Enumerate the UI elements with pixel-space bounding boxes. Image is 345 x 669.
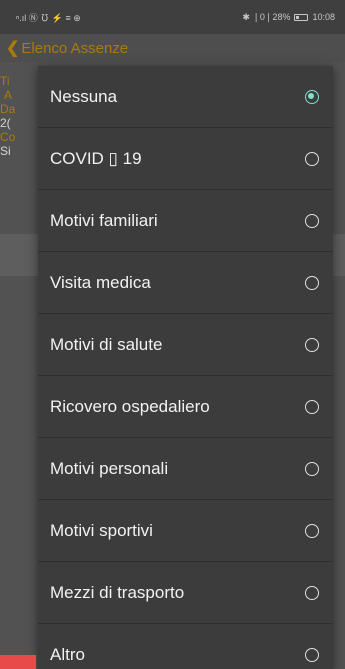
radio-unchecked-icon[interactable]	[305, 275, 319, 290]
radio-unchecked-icon[interactable]	[305, 647, 319, 662]
option-motivi-familiari[interactable]: Motivi familiari	[38, 190, 333, 252]
option-label: Motivi di salute	[50, 334, 163, 354]
status-left-icons: ⁿ.ıl Ⓝ ℧ ⚡ ≡ ⊕	[16, 11, 81, 24]
option-nessuna[interactable]: Nessuna	[38, 66, 333, 128]
option-motivi-sportivi[interactable]: Motivi sportivi	[38, 500, 333, 562]
radio-unchecked-icon[interactable]	[305, 213, 319, 228]
radio-unchecked-icon[interactable]	[305, 523, 319, 538]
red-edge-marker	[0, 655, 36, 669]
status-right: ✱ ❘0❘28% 10:08	[242, 12, 335, 23]
option-label: Mezzi di trasporto	[50, 582, 185, 602]
option-label: Visita medica	[50, 272, 151, 292]
option-label: Motivi personali	[50, 458, 169, 478]
signal-icons: ⁿ.ıl Ⓝ ℧ ⚡ ≡ ⊕	[16, 12, 81, 23]
option-label: Ricovero ospedaliero	[50, 396, 210, 416]
option-label: Altro	[50, 644, 85, 664]
option-label: Nessuna	[50, 86, 118, 106]
reason-select-dialog: Nessuna COVID ▯ 19 Motivi familiari Visi…	[38, 66, 333, 669]
option-motivi-personali[interactable]: Motivi personali	[38, 438, 333, 500]
status-bar: ⁿ.ıl Ⓝ ℧ ⚡ ≡ ⊕ ✱ ❘0❘28% 10:08	[0, 0, 345, 34]
option-ricovero-ospedaliero[interactable]: Ricovero ospedaliero	[38, 376, 333, 438]
radio-unchecked-icon[interactable]	[305, 399, 319, 414]
option-label: Motivi familiari	[50, 210, 158, 230]
option-altro[interactable]: Altro	[38, 624, 333, 669]
screen: ⁿ.ıl Ⓝ ℧ ⚡ ≡ ⊕ ✱ ❘0❘28% 10:08 ❮ Elenco A…	[0, 0, 345, 669]
option-label: Motivi sportivi	[50, 520, 153, 540]
option-mezzi-di-trasporto[interactable]: Mezzi di trasporto	[38, 562, 333, 624]
radio-unchecked-icon[interactable]	[305, 461, 319, 476]
option-motivi-di-salute[interactable]: Motivi di salute	[38, 314, 333, 376]
radio-unchecked-icon[interactable]	[305, 151, 319, 166]
option-label: COVID ▯ 19	[50, 148, 142, 168]
option-visita-medica[interactable]: Visita medica	[38, 252, 333, 314]
radio-checked-icon[interactable]	[305, 89, 319, 104]
battery-icon	[294, 13, 309, 21]
radio-unchecked-icon[interactable]	[305, 337, 319, 352]
status-time: 10:08	[312, 12, 335, 22]
radio-unchecked-icon[interactable]	[305, 585, 319, 600]
status-right-text: ✱ ❘0❘28%	[242, 11, 291, 22]
option-covid-19[interactable]: COVID ▯ 19	[38, 128, 333, 190]
